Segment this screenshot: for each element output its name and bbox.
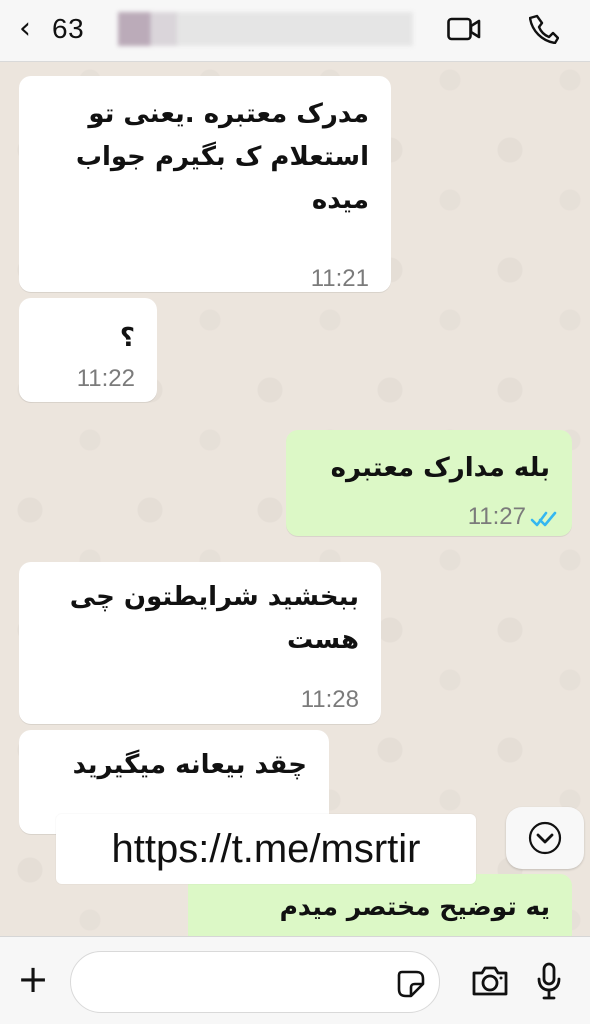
message-text: مدرک معتبره .یعنی تو استعلام ک بگیرم جوا…	[75, 99, 369, 215]
incoming-message[interactable]: مدرک معتبره .یعنی تو استعلام ک بگیرم جوا…	[19, 76, 391, 292]
voice-message-button[interactable]	[534, 961, 564, 1001]
video-call-button[interactable]	[444, 10, 484, 48]
message-input[interactable]	[70, 951, 440, 1013]
chevron-down-icon	[528, 821, 562, 855]
unread-count: 63	[52, 13, 85, 44]
message-text: ؟	[119, 323, 135, 353]
double-check-icon	[530, 511, 557, 527]
message-text: چقد بیعانه میگیرید	[72, 750, 307, 780]
scroll-to-bottom-button[interactable]	[506, 807, 584, 869]
message-time: 11:22	[76, 365, 135, 392]
message-time: 11:28	[300, 686, 359, 713]
incoming-message[interactable]: ببخشید شرایطتون چی هست 11:28	[19, 562, 381, 724]
message-time: 11:21	[310, 265, 369, 292]
chat-header: ‹ 63	[0, 0, 590, 62]
redacted-contact-name	[118, 12, 413, 46]
microphone-icon	[537, 962, 561, 1000]
sticker-button[interactable]	[394, 967, 428, 1001]
attach-button[interactable]: +	[14, 960, 52, 999]
plus-icon: +	[17, 957, 49, 1001]
camera-icon	[472, 966, 508, 996]
back-button[interactable]: ‹	[12, 12, 38, 46]
whatsapp-chat-screen: ‹ 63 مدرک معتبره .یعنی تو استعلام ک بگیر…	[0, 0, 590, 1024]
video-camera-icon	[447, 17, 481, 41]
telegram-watermark-link: https://t.me/msrtir	[56, 814, 476, 884]
camera-button[interactable]	[470, 963, 510, 999]
message-text: ببخشید شرایطتون چی هست	[69, 582, 359, 655]
chevron-left-icon: ‹	[19, 11, 31, 46]
message-text: بله مدارک معتبره	[330, 453, 550, 483]
outgoing-message[interactable]: بله مدارک معتبره 11:27	[286, 430, 572, 536]
message-time: 11:27	[467, 503, 526, 530]
incoming-message[interactable]: ؟ 11:22	[19, 298, 157, 402]
phone-icon	[529, 14, 559, 44]
sticker-icon	[397, 970, 425, 998]
voice-call-button[interactable]	[524, 10, 564, 48]
message-list[interactable]: مدرک معتبره .یعنی تو استعلام ک بگیرم جوا…	[0, 62, 590, 936]
message-text: یه توضیح مختصر میدم	[279, 892, 550, 921]
message-composer: +	[0, 936, 590, 1024]
